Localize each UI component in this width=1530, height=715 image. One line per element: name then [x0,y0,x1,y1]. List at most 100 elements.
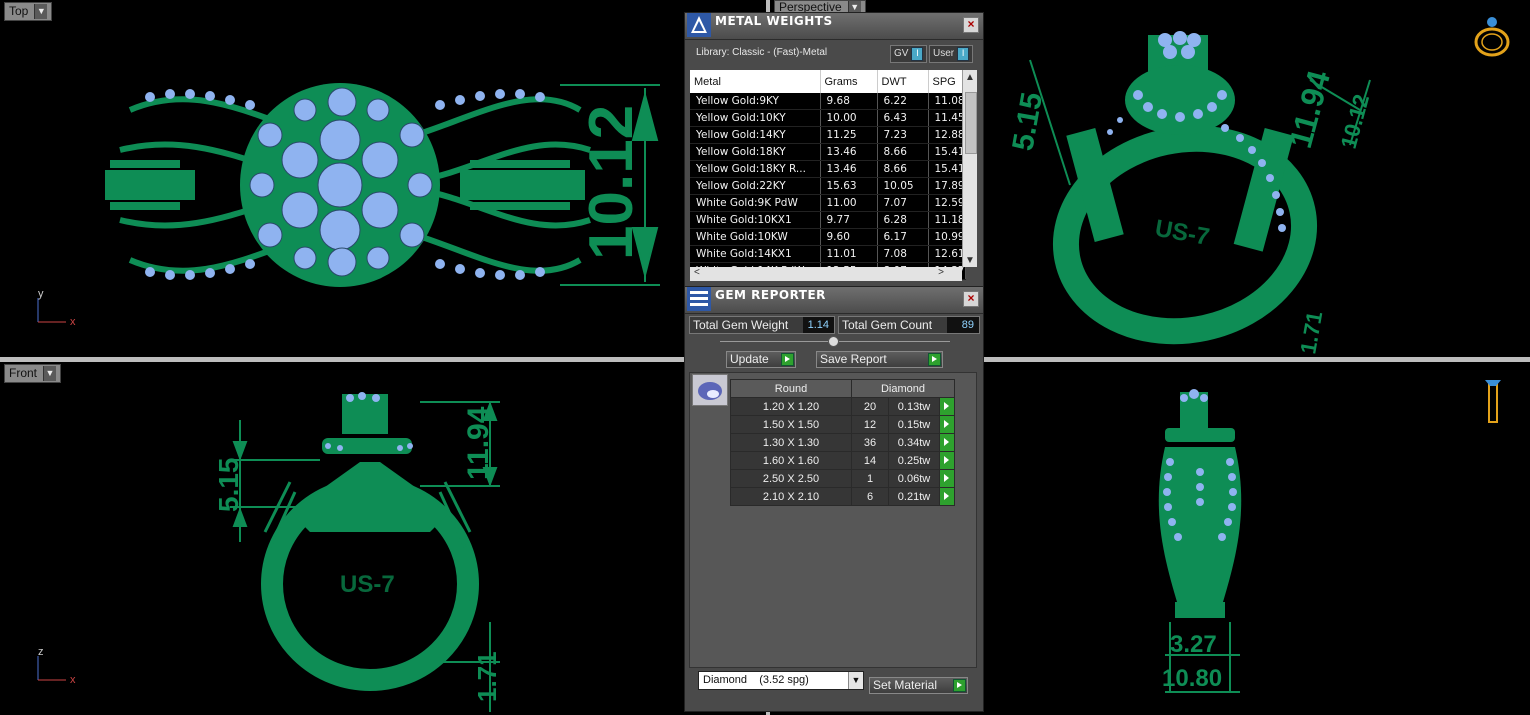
gem-reporter-header[interactable]: GEM REPORTER × [685,287,983,314]
top-dimension-text: 10.12 [577,105,646,260]
total-gem-weight-value: 1.14 [802,317,834,333]
spg-value: 10.99 [928,228,966,246]
table-row[interactable]: Yellow Gold:18KY R... 13.46 8.66 15.41 [690,160,966,178]
column-header-dwt[interactable]: DWT [877,70,929,93]
ring-front-view: US-7 5.15 11.94 1.71 z x [37,392,502,712]
gem-reporter-panel: GEM REPORTER × Total Gem Weight 1.14 Tot… [684,286,984,712]
scroll-right-icon[interactable]: > [938,267,944,278]
table-row[interactable]: White Gold:10KX1 9.77 6.28 11.18 [690,211,966,229]
user-indicator: I [957,47,970,61]
user-toggle[interactable]: User I [929,45,974,63]
metal-weights-panel: METAL WEIGHTS × Library: Classic - (Fast… [684,12,984,288]
set-material-label: Set Material [873,678,938,692]
close-icon[interactable]: × [963,17,979,33]
table-row[interactable]: 1.20 X 1.20 20 0.13tw [730,397,955,416]
table-row[interactable]: Yellow Gold:10KY 10.00 6.43 11.45 [690,109,966,127]
metal-name: Yellow Gold:9KY [690,93,821,110]
metal-name: Yellow Gold:18KY [690,143,821,161]
select-gem-button[interactable] [939,487,955,506]
update-label: Update [730,352,769,366]
gem-count: 36 [851,433,889,452]
spg-value: 12.59 [928,194,966,212]
gem-reporter-logo-icon [687,287,711,311]
metal-weights-logo-icon [687,13,711,37]
set-material-button[interactable]: Set Material [869,677,968,694]
horizontal-scrollbar[interactable]: < > [690,267,962,281]
panel-splitter[interactable] [720,336,950,347]
column-header-metal[interactable]: Metal [690,70,821,93]
grams-value: 11.25 [820,126,878,144]
table-row[interactable]: 2.10 X 2.10 6 0.21tw [730,487,955,506]
gem-count: 6 [851,487,889,506]
table-row[interactable]: White Gold:9K PdW 11.00 7.07 12.59 [690,194,966,212]
gem-table: Round Diamond 1.20 X 1.20 20 0.13tw 1.50 X… [730,379,955,506]
dwt-value: 6.28 [877,211,929,229]
dwt-value: 8.66 [877,160,929,178]
gem-preview-icon[interactable] [692,374,728,406]
play-icon [781,353,794,366]
spg-value: 15.41 [928,143,966,161]
play-icon [953,679,966,692]
scrollbar-thumb[interactable] [965,92,977,154]
table-row[interactable]: White Gold:10KW 9.60 6.17 10.99 [690,228,966,246]
table-row[interactable]: White Gold:14KX1 11.01 7.08 12.61 [690,245,966,263]
gem-size: 1.50 X 1.50 [730,415,852,434]
viewport-top[interactable]: Top ▼ 10.12 y x [0,0,766,357]
table-row[interactable]: 2.50 X 2.50 1 0.06tw [730,469,955,488]
total-gem-weight-field: Total Gem Weight 1.14 [689,316,835,334]
select-gem-button[interactable] [939,469,955,488]
metal-name: White Gold:9K PdW [690,194,821,212]
viewport-front[interactable]: Front ▼ US-7 5.15 11.94 1.71 z x [0,362,766,715]
dwt-value: 6.17 [877,228,929,246]
gem-table-header: Round Diamond [730,379,955,398]
perspective-dimension-d: 1.71 [1295,309,1327,356]
gem-size: 2.10 X 2.10 [730,487,852,506]
column-header-grams[interactable]: Grams [820,70,878,93]
update-button[interactable]: Update [726,351,796,368]
save-report-button[interactable]: Save Report [816,351,943,368]
table-row[interactable]: Yellow Gold:14KY 11.25 7.23 12.88 [690,126,966,144]
spg-value: 17.89 [928,177,966,195]
select-gem-button[interactable] [939,451,955,470]
scroll-down-icon[interactable]: ▼ [965,255,975,266]
dwt-value: 7.08 [877,245,929,263]
chevron-down-icon[interactable]: ▼ [848,672,863,689]
table-row[interactable]: Yellow Gold:18KY 13.46 8.66 15.41 [690,143,966,161]
table-row[interactable]: Yellow Gold:22KY 15.63 10.05 17.89 [690,177,966,195]
grams-value: 10.00 [820,109,878,127]
gem-weight: 0.15tw [888,415,940,434]
ring-side-icon[interactable] [1480,372,1506,426]
close-icon[interactable]: × [963,291,979,307]
gem-material-header[interactable]: Diamond [851,379,955,398]
metal-name: Yellow Gold:10KY [690,109,821,127]
library-label: Library: Classic - (Fast)-Metal [696,47,828,58]
table-row[interactable]: Yellow Gold:9KY 9.68 6.22 11.08 [690,93,966,110]
table-row[interactable]: 1.30 X 1.30 36 0.34tw [730,433,955,452]
user-label: User [933,48,955,59]
vertical-scrollbar[interactable]: ▲ ▼ [962,70,977,267]
scroll-up-icon[interactable]: ▲ [965,72,975,83]
gem-size: 1.30 X 1.30 [730,433,852,452]
scroll-left-icon[interactable]: < [694,267,700,278]
metal-weights-header[interactable]: METAL WEIGHTS × [685,13,983,40]
select-gem-button[interactable] [939,415,955,434]
select-gem-button[interactable] [939,397,955,416]
gem-weight: 0.25tw [888,451,940,470]
metal-name: Yellow Gold:22KY [690,177,821,195]
gv-toggle[interactable]: GV I [890,45,928,63]
table-row[interactable]: 1.60 X 1.60 14 0.25tw [730,451,955,470]
select-gem-button[interactable] [939,433,955,452]
splitter-handle[interactable] [828,336,839,347]
side-dimension-b: 10.80 [1162,665,1222,692]
grams-value: 9.68 [820,93,878,110]
gem-weight: 0.06tw [888,469,940,488]
total-gem-count-field: Total Gem Count 89 [838,316,980,334]
spg-value: 11.18 [928,211,966,229]
column-header-spg[interactable]: SPG [928,70,966,93]
gem-size: 1.20 X 1.20 [730,397,852,416]
ring-icon[interactable] [1470,14,1514,58]
metal-table: Metal Grams DWT SPG Yellow Gold:9KY 9.68 6… [690,70,966,280]
table-row[interactable]: 1.50 X 1.50 12 0.15tw [730,415,955,434]
material-select[interactable]: Diamond (3.52 spg) ▼ [698,671,864,690]
gem-shape-header[interactable]: Round [730,379,852,398]
